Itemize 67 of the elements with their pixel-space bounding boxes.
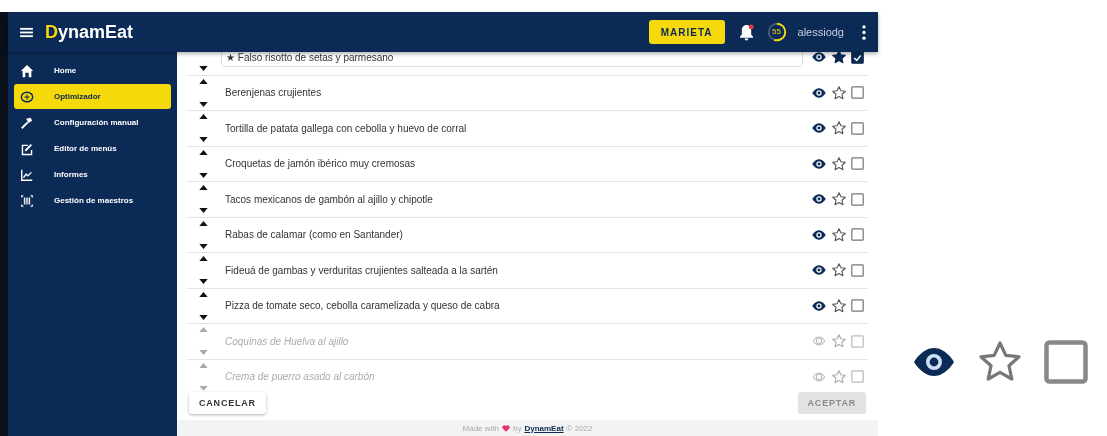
username[interactable]: alessiodg bbox=[797, 26, 844, 38]
move-down-icon[interactable] bbox=[198, 279, 208, 285]
star-icon[interactable] bbox=[831, 84, 847, 101]
star-icon[interactable] bbox=[831, 120, 847, 137]
sidebar-item[interactable]: Informes bbox=[14, 162, 171, 187]
heart-icon bbox=[502, 424, 510, 432]
hammer-icon bbox=[20, 115, 34, 130]
chart-icon bbox=[20, 167, 34, 182]
footer-link[interactable]: DynamEat bbox=[524, 423, 564, 433]
sidebar-item[interactable]: Optimizador bbox=[14, 84, 171, 109]
dish-name: Fideuá de gambas y verduritas crujientes salteada a la sartén bbox=[224, 263, 499, 278]
move-up-icon[interactable] bbox=[198, 220, 208, 226]
star-icon[interactable] bbox=[831, 52, 847, 66]
checkbox[interactable] bbox=[851, 157, 864, 171]
checkbox[interactable] bbox=[851, 86, 864, 100]
dish-name: ★ Falso risotto de setas y parmesano bbox=[221, 52, 803, 67]
dish-name: Coquinas de Huelva al ajillo bbox=[224, 334, 350, 349]
score-value: 55 bbox=[771, 28, 782, 36]
sidebar-item[interactable]: Editor de menús bbox=[14, 136, 171, 161]
move-up-icon[interactable] bbox=[198, 256, 208, 262]
checkbox[interactable] bbox=[851, 263, 864, 277]
star-icon[interactable] bbox=[831, 191, 847, 208]
move-down-icon[interactable] bbox=[198, 243, 208, 249]
checkbox[interactable] bbox=[851, 228, 864, 242]
cancel-button[interactable]: CANCELAR bbox=[189, 392, 266, 414]
move-up-icon[interactable] bbox=[198, 149, 208, 155]
sidebar-item[interactable]: Gestión de maestros bbox=[14, 188, 171, 213]
move-up-icon[interactable] bbox=[198, 78, 208, 84]
dish-name: Rabas de calamar (como en Santander) bbox=[224, 228, 404, 243]
more-options-icon[interactable] bbox=[862, 24, 866, 40]
notification-bell-icon[interactable] bbox=[738, 23, 754, 41]
dish-name: Tacos mexicanos de gambón al ajillo y chipotle bbox=[224, 192, 434, 207]
checkbox[interactable] bbox=[851, 121, 864, 135]
footer-text: by bbox=[513, 423, 522, 433]
dish-name: Pizza de tomate seco, cebolla caramelizada y queso de cabra bbox=[224, 299, 501, 314]
checkbox[interactable] bbox=[851, 192, 864, 206]
move-down-icon[interactable] bbox=[198, 172, 208, 178]
move-down-icon[interactable] bbox=[198, 66, 208, 72]
sidebar-item[interactable]: Home bbox=[14, 58, 171, 83]
move-down-icon[interactable] bbox=[198, 208, 208, 214]
move-down-icon[interactable] bbox=[198, 101, 208, 107]
checkbox[interactable] bbox=[851, 52, 864, 64]
footer-text: © 2022 bbox=[566, 423, 593, 433]
dish-name: Crema de puerro asado al carbón bbox=[224, 370, 376, 385]
menu-icon[interactable] bbox=[20, 26, 33, 38]
move-up-icon[interactable] bbox=[198, 291, 208, 297]
move-down-icon[interactable] bbox=[198, 314, 208, 320]
star-icon[interactable] bbox=[831, 226, 847, 243]
score-ring bbox=[765, 21, 788, 43]
dish-name: Tortilla de patata gallega con cebolla y huevo de corral bbox=[224, 121, 468, 136]
move-up-icon[interactable] bbox=[198, 185, 208, 191]
checkbox[interactable] bbox=[851, 299, 864, 313]
dish-name: Berenjenas crujientes bbox=[224, 86, 323, 101]
barcode-icon bbox=[20, 193, 34, 208]
sidebar-item[interactable]: Configuración manual bbox=[14, 110, 171, 135]
edit-icon bbox=[20, 141, 34, 156]
move-up-icon[interactable] bbox=[198, 114, 208, 120]
footer-text: Made with bbox=[462, 423, 499, 433]
star-icon[interactable] bbox=[831, 155, 847, 172]
star-icon[interactable] bbox=[831, 262, 847, 279]
dish-name: Croquetas de jamón ibérico muy cremosas bbox=[224, 157, 417, 172]
checkbox-icon bbox=[1041, 338, 1090, 386]
user-button[interactable]: MARIETA bbox=[648, 20, 725, 44]
home-icon bbox=[20, 63, 34, 78]
move-down-icon[interactable] bbox=[198, 137, 208, 143]
logo[interactable]: DynamEat bbox=[45, 21, 134, 43]
star-icon[interactable] bbox=[831, 297, 847, 314]
